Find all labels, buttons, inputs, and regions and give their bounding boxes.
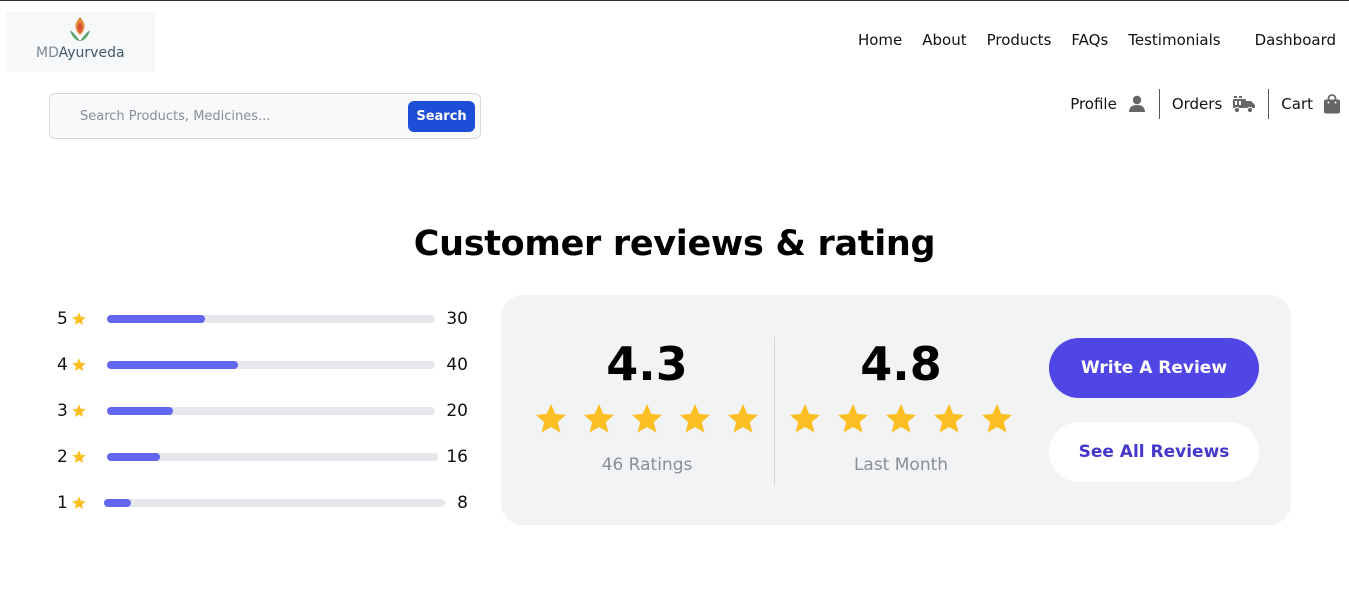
rating-star-level: 3 [57, 401, 68, 421]
orders-label: Orders [1171, 95, 1223, 113]
logo-text: MDAyurveda [36, 45, 125, 61]
star-icon [536, 404, 566, 433]
star-icon [72, 358, 86, 371]
rating-bar-fill [104, 499, 132, 507]
main-nav: Home About Products FAQs Testimonials Da… [838, 31, 1336, 49]
search-button[interactable]: Search [408, 101, 475, 132]
nav-about[interactable]: About [922, 31, 966, 49]
recent-period-label: Last Month [853, 455, 949, 475]
profile-link[interactable]: Profile [1058, 89, 1159, 119]
star-icon [680, 404, 710, 433]
profile-label: Profile [1070, 95, 1117, 113]
star-icon [838, 404, 868, 433]
star-icon [72, 450, 86, 463]
nav-products[interactable]: Products [987, 31, 1052, 49]
rating-star-level: 5 [57, 309, 68, 329]
rating-summary-card: 4.3 46 Ratings 4.8 Last Month Write A Re… [501, 295, 1291, 525]
shopping-bag-icon [1324, 94, 1340, 114]
search-bar: Search [49, 93, 481, 139]
rating-bar [107, 315, 435, 323]
card-divider [774, 337, 775, 485]
logo[interactable]: MDAyurveda [6, 12, 155, 72]
orders-link[interactable]: Orders [1160, 89, 1268, 119]
rating-bar [107, 361, 435, 369]
lotus-flame-icon [70, 17, 90, 41]
rating-star-level: 1 [57, 493, 68, 513]
see-all-reviews-button[interactable]: See All Reviews [1049, 422, 1259, 482]
nav-faqs[interactable]: FAQs [1071, 31, 1108, 49]
overall-score: 4.3 46 Ratings [527, 341, 767, 475]
top-border [0, 0, 1349, 1]
star-icon [72, 312, 86, 325]
star-icon [728, 404, 758, 433]
star-icon [886, 404, 916, 433]
cart-label: Cart [1281, 95, 1313, 113]
rating-row-1: 1 8 [57, 489, 472, 517]
ratings-count-label: 46 Ratings [601, 455, 693, 475]
rating-row-2: 2 16 [57, 443, 472, 471]
star-icon [934, 404, 964, 433]
rating-count: 20 [446, 401, 468, 421]
rating-bar [104, 499, 445, 507]
user-icon [1128, 95, 1145, 112]
recent-score: 4.8 Last Month [781, 341, 1021, 475]
rating-bar-fill [107, 407, 173, 415]
star-icon [790, 404, 820, 433]
user-utility-links: Profile Orders Cart [1058, 89, 1341, 119]
recent-rating-value: 4.8 [860, 337, 942, 391]
rating-bar [107, 453, 438, 461]
rating-bar-fill [107, 453, 160, 461]
search-input[interactable] [62, 102, 402, 130]
star-icon [584, 404, 614, 433]
overall-rating-value: 4.3 [606, 337, 688, 391]
nav-testimonials[interactable]: Testimonials [1128, 31, 1220, 49]
star-icon [982, 404, 1012, 433]
rating-count: 16 [446, 447, 468, 467]
rating-count: 30 [446, 309, 468, 329]
rating-bar-fill [107, 361, 239, 369]
rating-count: 8 [457, 493, 468, 513]
nav-home[interactable]: Home [858, 31, 902, 49]
rating-row-5: 5 30 [57, 305, 472, 333]
delivery-truck-icon [1233, 96, 1256, 114]
rating-count: 40 [446, 355, 468, 375]
rating-row-4: 4 40 [57, 351, 472, 379]
nav-dashboard[interactable]: Dashboard [1255, 31, 1336, 49]
cart-link[interactable]: Cart [1269, 89, 1341, 119]
rating-bar [107, 407, 435, 415]
overall-stars [527, 401, 767, 437]
rating-star-level: 2 [57, 447, 68, 467]
star-icon [72, 496, 86, 509]
star-icon [632, 404, 662, 433]
reviews-heading: Customer reviews & rating [413, 224, 936, 264]
recent-stars [781, 401, 1021, 437]
rating-bar-fill [107, 315, 206, 323]
write-review-button[interactable]: Write A Review [1049, 338, 1259, 398]
rating-star-level: 4 [57, 355, 68, 375]
star-icon [72, 404, 86, 417]
rating-row-3: 3 20 [57, 397, 472, 425]
